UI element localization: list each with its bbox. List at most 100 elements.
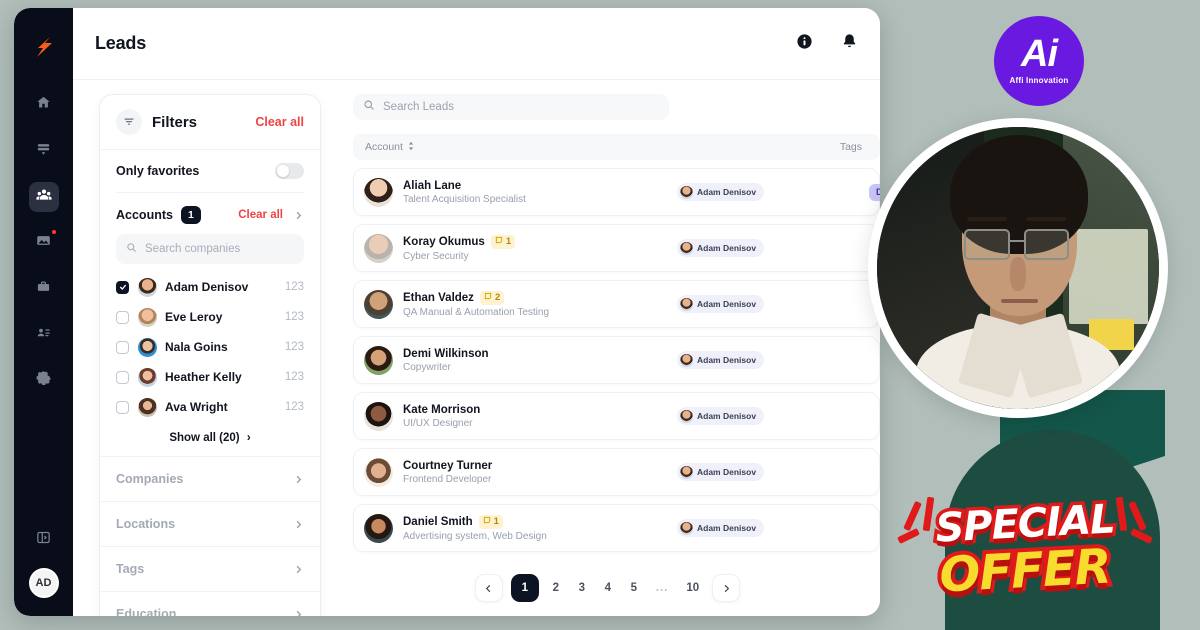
lead-role: Advertising system, Web Design: [403, 530, 547, 542]
account-count: 123: [284, 341, 304, 353]
show-all-accounts-button[interactable]: Show all (20) ›: [100, 426, 320, 456]
avatar: [138, 367, 157, 387]
people-icon: [35, 187, 52, 208]
assignee-pill[interactable]: Adam Denisov: [677, 295, 765, 313]
lead-name: Ethan Valdez: [403, 291, 474, 304]
sidebar-item-leads[interactable]: [28, 182, 59, 212]
account-checkbox[interactable]: [116, 310, 129, 324]
assignee-pill[interactable]: Adam Denisov: [677, 239, 765, 257]
pagination-next-button[interactable]: [712, 574, 741, 602]
clear-all-filters-button[interactable]: Clear all: [255, 115, 304, 129]
column-label: Account: [365, 141, 403, 153]
filter-group-label: Locations: [116, 517, 176, 531]
table-row[interactable]: Ethan Valdez 2 QA Manual & Automation Te…: [353, 280, 880, 328]
filter-group-companies[interactable]: Companies: [100, 456, 320, 501]
only-favorites-row[interactable]: Only favorites: [100, 150, 320, 192]
sidebar-item-settings[interactable]: [29, 366, 59, 396]
assignee-pill[interactable]: Adam Denisov: [677, 407, 765, 425]
avatar[interactable]: AD: [28, 568, 59, 598]
notes-badge[interactable]: 1: [490, 234, 516, 249]
panel-collapse-icon[interactable]: [29, 522, 59, 552]
pagination-page-10[interactable]: 10: [681, 574, 704, 602]
filter-group-tags[interactable]: Tags: [100, 546, 320, 591]
lead-info: Koray Okumus 1 Cyber Security: [403, 234, 516, 262]
notes-badge[interactable]: 2: [479, 290, 505, 305]
pagination-prev-button[interactable]: [474, 574, 503, 602]
search-companies-input[interactable]: Search companies: [116, 234, 304, 264]
pagination-page-5[interactable]: 5: [625, 574, 643, 602]
assignee-pill[interactable]: Adam Denisov: [677, 183, 765, 201]
table-row[interactable]: Daniel Smith 1 Advertising system, Web D…: [353, 504, 880, 552]
chevron-right-icon: [293, 609, 304, 616]
brand-name: Affi Innovation: [1009, 75, 1069, 85]
lead-info: Kate Morrison UI/UX Designer: [403, 404, 480, 429]
leads-list: Aliah Lane Talent Acquisition Specialist…: [353, 168, 880, 552]
table-row[interactable]: Koray Okumus 1 Cyber Security Adam Denis…: [353, 224, 880, 272]
list-item[interactable]: Eve Leroy 123: [116, 302, 304, 332]
clear-accounts-button[interactable]: Clear all: [238, 209, 283, 221]
account-checkbox[interactable]: [116, 400, 129, 414]
bell-icon[interactable]: [841, 33, 858, 55]
lead-name: Koray Okumus: [403, 235, 485, 248]
filter-group-education[interactable]: Education: [100, 591, 320, 616]
avatar: [138, 397, 157, 417]
sidebar-item-jobs[interactable]: [29, 274, 59, 304]
list-item[interactable]: Heather Kelly 123: [116, 362, 304, 392]
list-item[interactable]: Adam Denisov 123: [116, 272, 304, 302]
pagination-page-3[interactable]: 3: [573, 574, 591, 602]
pagination-page-2[interactable]: 2: [547, 574, 565, 602]
assignee-pill[interactable]: Adam Denisov: [677, 463, 765, 481]
assignee-name: Adam Denisov: [697, 299, 757, 309]
chevron-right-icon: [293, 519, 304, 530]
only-favorites-label: Only favorites: [116, 164, 200, 178]
filters-title: Filters: [152, 113, 198, 131]
list-item[interactable]: Ava Wright 123: [116, 392, 304, 422]
chevron-right-icon[interactable]: [293, 210, 304, 221]
account-checkbox[interactable]: [116, 280, 129, 294]
avatar: [138, 277, 157, 297]
account-checkbox[interactable]: [116, 370, 129, 384]
only-favorites-toggle[interactable]: [275, 163, 304, 179]
account-checkbox[interactable]: [116, 340, 129, 354]
column-header-tags[interactable]: Tags: [840, 141, 862, 153]
notes-count: 1: [493, 516, 499, 527]
filters-card: Filters Clear all Only favorites Account…: [99, 94, 321, 616]
avatar: [138, 307, 157, 327]
pagination-page-1[interactable]: 1: [510, 574, 539, 602]
sidebar-item-campaigns[interactable]: [29, 228, 59, 258]
avatar: [680, 521, 693, 535]
briefcase-icon: [36, 279, 51, 299]
notes-badge[interactable]: 1: [478, 514, 503, 529]
assignee-pill[interactable]: Adam Denisov: [677, 519, 765, 537]
account-name: Eve Leroy: [165, 310, 223, 324]
header: Leads: [73, 8, 880, 80]
help-info-icon[interactable]: [796, 33, 813, 55]
lead-info: Demi Wilkinson Copywriter: [403, 348, 489, 373]
account-name: Ava Wright: [165, 400, 228, 414]
lead-name: Demi Wilkinson: [403, 347, 489, 360]
filter-group-locations[interactable]: Locations: [100, 501, 320, 546]
mail-image-icon: [36, 233, 51, 253]
table-row[interactable]: Kate Morrison UI/UX Designer Adam Deniso…: [353, 392, 880, 440]
account-name: Adam Denisov: [165, 280, 249, 294]
sidebar-item-boards[interactable]: [29, 136, 59, 166]
table-row[interactable]: Aliah Lane Talent Acquisition Specialist…: [353, 168, 880, 216]
pagination-page-4[interactable]: 4: [599, 574, 617, 602]
brand-bird-logo-icon[interactable]: [27, 30, 61, 64]
sidebar-item-contacts[interactable]: [29, 320, 59, 350]
search-leads-input[interactable]: Search Leads: [353, 94, 669, 120]
assignee-name: Adam Denisov: [697, 187, 757, 197]
column-header-account[interactable]: Account: [365, 141, 415, 154]
table-row[interactable]: Courtney Turner Frontend Developer Adam …: [353, 448, 880, 496]
account-count: 123: [284, 281, 304, 293]
assignee-pill[interactable]: Adam Denisov: [677, 351, 765, 369]
accounts-filter-header: Accounts 1 Clear all: [100, 193, 320, 234]
note-icon: [483, 516, 491, 527]
note-icon: [495, 236, 503, 247]
avatar: [680, 353, 693, 367]
list-item[interactable]: Nala Goins 123: [116, 332, 304, 362]
pagination-ellipsis: ...: [655, 582, 669, 594]
table-row[interactable]: Demi Wilkinson Copywriter Adam Denisov: [353, 336, 880, 384]
sidebar-item-home[interactable]: [29, 90, 59, 120]
search-leads-placeholder: Search Leads: [383, 101, 454, 113]
